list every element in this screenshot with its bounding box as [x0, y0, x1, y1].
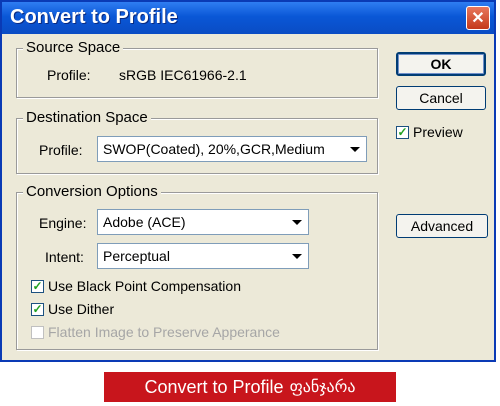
checkmark-icon: ✓ — [31, 278, 44, 293]
conversion-options-title: Conversion Options — [23, 183, 161, 200]
checkmark-icon: ✓ — [396, 124, 409, 139]
engine-value: Adobe (ACE) — [103, 214, 186, 230]
destination-profile-select[interactable]: SWOP(Coated), 20%,GCR,Medium — [97, 136, 367, 162]
destination-space-title: Destination Space — [23, 109, 151, 126]
engine-label: Engine: — [39, 215, 87, 231]
use-dither-label: Use Dither — [48, 301, 115, 317]
chevron-down-icon — [292, 254, 302, 259]
close-button[interactable]: ✕ — [466, 6, 490, 30]
cancel-button[interactable]: Cancel — [396, 86, 486, 110]
chevron-down-icon — [350, 147, 360, 152]
intent-label: Intent: — [45, 249, 84, 265]
chevron-down-icon — [292, 220, 302, 225]
caption-suffix: ფანჯარა — [289, 379, 356, 396]
convert-to-profile-dialog: Convert to Profile ✕ Source Space Profil… — [0, 0, 496, 362]
preview-checkbox[interactable]: ✓ Preview — [396, 124, 463, 140]
destination-profile-label: Profile: — [39, 142, 83, 158]
ok-button[interactable]: OK — [396, 52, 486, 76]
checkmark-icon: ✓ — [31, 301, 44, 316]
close-icon: ✕ — [471, 10, 485, 27]
flatten-image-checkbox: Flatten Image to Preserve Apperance — [31, 324, 280, 340]
caption-main: Convert to Profile — [144, 376, 284, 397]
source-profile-label: Profile: — [47, 67, 91, 83]
use-dither-checkbox[interactable]: ✓ Use Dither — [31, 301, 114, 317]
preview-label: Preview — [413, 124, 463, 140]
intent-value: Perceptual — [103, 248, 170, 264]
source-space-title: Source Space — [23, 39, 124, 56]
black-point-compensation-label: Use Black Point Compensation — [48, 278, 241, 294]
destination-profile-value: SWOP(Coated), 20%,GCR,Medium — [103, 141, 325, 157]
black-point-compensation-checkbox[interactable]: ✓ Use Black Point Compensation — [31, 278, 241, 294]
source-profile-value: sRGB IEC61966-2.1 — [119, 67, 247, 83]
caption-banner: Convert to Profile ფანჯარა — [104, 372, 396, 402]
dialog-title: Convert to Profile — [10, 6, 178, 28]
title-bar[interactable]: Convert to Profile ✕ — [2, 2, 494, 34]
advanced-button[interactable]: Advanced — [396, 214, 488, 238]
source-space-group: Source Space Profile: sRGB IEC61966-2.1 — [16, 39, 378, 98]
destination-space-group: Destination Space Profile: SWOP(Coated),… — [16, 109, 378, 174]
intent-select[interactable]: Perceptual — [97, 243, 309, 269]
flatten-image-label: Flatten Image to Preserve Apperance — [48, 324, 280, 340]
engine-select[interactable]: Adobe (ACE) — [97, 209, 309, 235]
conversion-options-group: Conversion Options Engine: Adobe (ACE) I… — [16, 183, 378, 350]
empty-checkbox-icon — [31, 325, 44, 339]
